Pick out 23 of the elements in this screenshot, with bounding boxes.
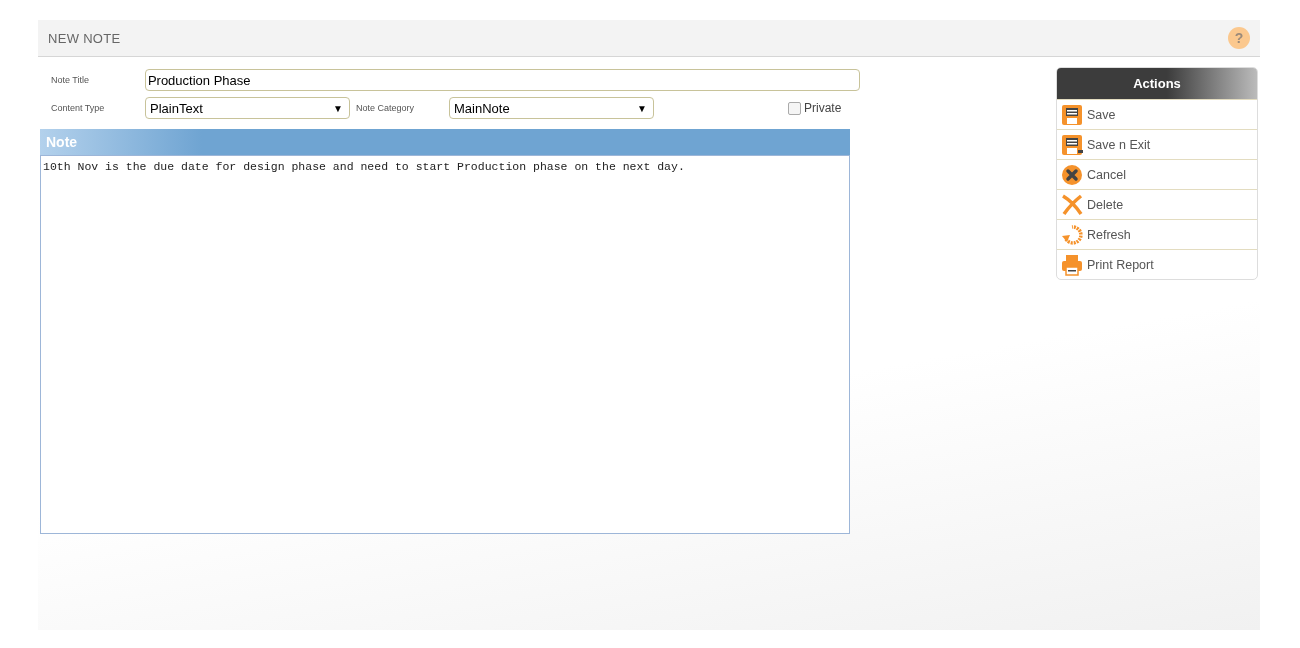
private-checkbox[interactable]: Private (788, 101, 842, 115)
floppy-icon (1061, 103, 1083, 126)
x-icon (1061, 193, 1083, 216)
action-item[interactable]: Refresh (1057, 219, 1257, 249)
floppy-icon (1061, 133, 1083, 156)
action-item[interactable]: Print Report (1057, 249, 1257, 279)
field-label: Note Category (355, 103, 416, 113)
action-item[interactable]: Delete (1057, 189, 1257, 219)
action-item[interactable]: Cancel (1057, 159, 1257, 189)
note-heading: Note (40, 129, 850, 155)
printer-icon (1061, 253, 1083, 276)
actions-heading: Actions (1057, 68, 1257, 99)
action-item[interactable]: Save n Exit (1057, 129, 1257, 159)
action-item[interactable]: Save (1057, 99, 1257, 129)
field-label: Note Title (50, 75, 91, 85)
refresh-icon (1061, 223, 1083, 246)
page-title: NEW NOTE (48, 30, 121, 46)
content-type-dropdown[interactable]: PlainText ▼ (145, 97, 350, 119)
note-text-area[interactable]: 10th Nov is the due date for design phase and need to start Production phase on the next day. (40, 155, 850, 534)
cancel-icon (1061, 163, 1083, 186)
note-title-field[interactable]: Production Phase (144, 69, 860, 91)
field-label: Content Type (50, 103, 106, 113)
note-category-dropdown[interactable]: MainNote ▼ (449, 97, 654, 119)
